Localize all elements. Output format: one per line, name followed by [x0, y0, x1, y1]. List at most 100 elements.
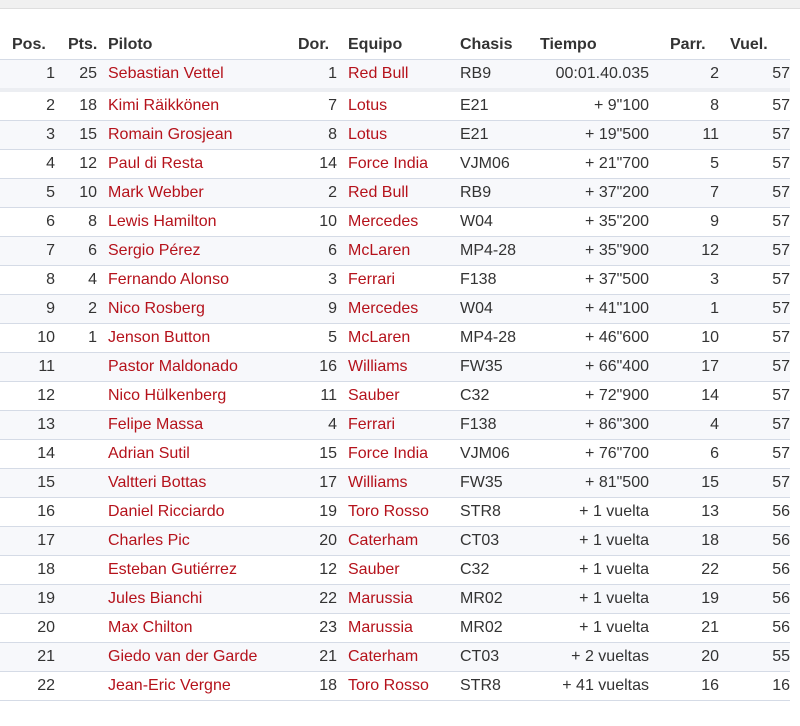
cell-dor: 16: [295, 352, 345, 382]
team-link[interactable]: Lotus: [348, 97, 387, 114]
cell-parr: 20: [667, 642, 727, 672]
cell-pts: 1: [65, 323, 105, 353]
cell-tiempo: + 1 vuelta: [537, 613, 667, 643]
driver-link[interactable]: Jules Bianchi: [108, 590, 202, 607]
team-link[interactable]: Red Bull: [348, 184, 408, 201]
driver-link[interactable]: Mark Webber: [108, 184, 204, 201]
header-piloto[interactable]: Piloto: [105, 30, 295, 60]
driver-link[interactable]: Nico Hülkenberg: [108, 387, 226, 404]
header-vuel[interactable]: Vuel.: [727, 30, 790, 60]
cell-pts: 18: [65, 90, 105, 121]
header-pts[interactable]: Pts.: [65, 30, 105, 60]
cell-pos: 1: [0, 59, 65, 92]
driver-link[interactable]: Lewis Hamilton: [108, 213, 216, 230]
team-link[interactable]: Sauber: [348, 561, 400, 578]
team-link[interactable]: Caterham: [348, 532, 418, 549]
table-row: 12 Nico Hülkenberg 11 Sauber C32 + 72"90…: [0, 381, 790, 411]
driver-link[interactable]: Pastor Maldonado: [108, 358, 238, 375]
cell-dor: 11: [295, 381, 345, 411]
team-link[interactable]: Mercedes: [348, 213, 418, 230]
cell-vuel: 57: [727, 207, 790, 237]
header-chasis[interactable]: Chasis: [457, 30, 537, 60]
team-link[interactable]: Mercedes: [348, 300, 418, 317]
cell-pos: 10: [0, 323, 65, 353]
driver-link[interactable]: Daniel Ricciardo: [108, 503, 225, 520]
cell-chasis: VJM06: [457, 149, 537, 179]
header-tiempo[interactable]: Tiempo: [537, 30, 667, 60]
cell-pts: [65, 555, 105, 585]
driver-link[interactable]: Nico Rosberg: [108, 300, 205, 317]
cell-pts: [65, 439, 105, 469]
cell-piloto: Valtteri Bottas: [105, 468, 295, 498]
team-link[interactable]: Ferrari: [348, 416, 395, 433]
driver-link[interactable]: Charles Pic: [108, 532, 190, 549]
cell-piloto: Daniel Ricciardo: [105, 497, 295, 527]
cell-chasis: C32: [457, 555, 537, 585]
cell-vuel: 57: [727, 468, 790, 498]
driver-link[interactable]: Jean-Eric Vergne: [108, 677, 231, 694]
cell-tiempo: + 76"700: [537, 439, 667, 469]
cell-chasis: MR02: [457, 584, 537, 614]
driver-link[interactable]: Giedo van der Garde: [108, 648, 257, 665]
cell-chasis: CT03: [457, 642, 537, 672]
cell-equipo: Sauber: [345, 555, 457, 585]
cell-dor: 2: [295, 178, 345, 208]
cell-parr: 11: [667, 120, 727, 150]
team-link[interactable]: McLaren: [348, 329, 410, 346]
driver-link[interactable]: Valtteri Bottas: [108, 474, 206, 491]
team-link[interactable]: Ferrari: [348, 271, 395, 288]
team-link[interactable]: Toro Rosso: [348, 677, 429, 694]
cell-piloto: Kimi Räikkönen: [105, 90, 295, 121]
team-link[interactable]: Force India: [348, 155, 428, 172]
team-link[interactable]: Marussia: [348, 590, 413, 607]
team-link[interactable]: Toro Rosso: [348, 503, 429, 520]
driver-link[interactable]: Felipe Massa: [108, 416, 203, 433]
cell-dor: 22: [295, 584, 345, 614]
cell-parr: 10: [667, 323, 727, 353]
cell-piloto: Felipe Massa: [105, 410, 295, 440]
driver-link[interactable]: Fernando Alonso: [108, 271, 229, 288]
header-parr[interactable]: Parr.: [667, 30, 727, 60]
cell-tiempo: + 9"100: [537, 90, 667, 121]
cell-chasis: F138: [457, 410, 537, 440]
header-pos[interactable]: Pos.: [0, 30, 65, 60]
cell-chasis: F138: [457, 265, 537, 295]
cell-dor: 19: [295, 497, 345, 527]
driver-link[interactable]: Jenson Button: [108, 329, 210, 346]
driver-link[interactable]: Adrian Sutil: [108, 445, 190, 462]
header-dor[interactable]: Dor.: [295, 30, 345, 60]
team-link[interactable]: Sauber: [348, 387, 400, 404]
cell-equipo: Red Bull: [345, 178, 457, 208]
driver-link[interactable]: Paul di Resta: [108, 155, 203, 172]
team-link[interactable]: Caterham: [348, 648, 418, 665]
header-row: Pos. Pts. Piloto Dor. Equipo Chasis Tiem…: [0, 30, 790, 60]
driver-link[interactable]: Esteban Gutiérrez: [108, 561, 237, 578]
team-link[interactable]: Force India: [348, 445, 428, 462]
team-link[interactable]: Lotus: [348, 126, 387, 143]
cell-parr: 15: [667, 468, 727, 498]
team-link[interactable]: Red Bull: [348, 65, 408, 82]
team-link[interactable]: Marussia: [348, 619, 413, 636]
driver-link[interactable]: Sebastian Vettel: [108, 65, 224, 82]
cell-dor: 14: [295, 149, 345, 179]
team-link[interactable]: Williams: [348, 358, 408, 375]
team-link[interactable]: Williams: [348, 474, 408, 491]
driver-link[interactable]: Max Chilton: [108, 619, 192, 636]
cell-pos: 2: [0, 90, 65, 121]
driver-link[interactable]: Sergio Pérez: [108, 242, 201, 259]
cell-parr: 19: [667, 584, 727, 614]
cell-chasis: MR02: [457, 613, 537, 643]
driver-link[interactable]: Kimi Räikkönen: [108, 97, 219, 114]
cell-dor: 15: [295, 439, 345, 469]
header-equipo[interactable]: Equipo: [345, 30, 457, 60]
team-link[interactable]: McLaren: [348, 242, 410, 259]
cell-equipo: Marussia: [345, 613, 457, 643]
cell-dor: 8: [295, 120, 345, 150]
cell-equipo: Caterham: [345, 642, 457, 672]
table-row: 13 Felipe Massa 4 Ferrari F138 + 86"300 …: [0, 410, 790, 440]
cell-pts: [65, 584, 105, 614]
cell-pos: 12: [0, 381, 65, 411]
driver-link[interactable]: Romain Grosjean: [108, 126, 233, 143]
cell-parr: 12: [667, 236, 727, 266]
cell-pos: 3: [0, 120, 65, 150]
